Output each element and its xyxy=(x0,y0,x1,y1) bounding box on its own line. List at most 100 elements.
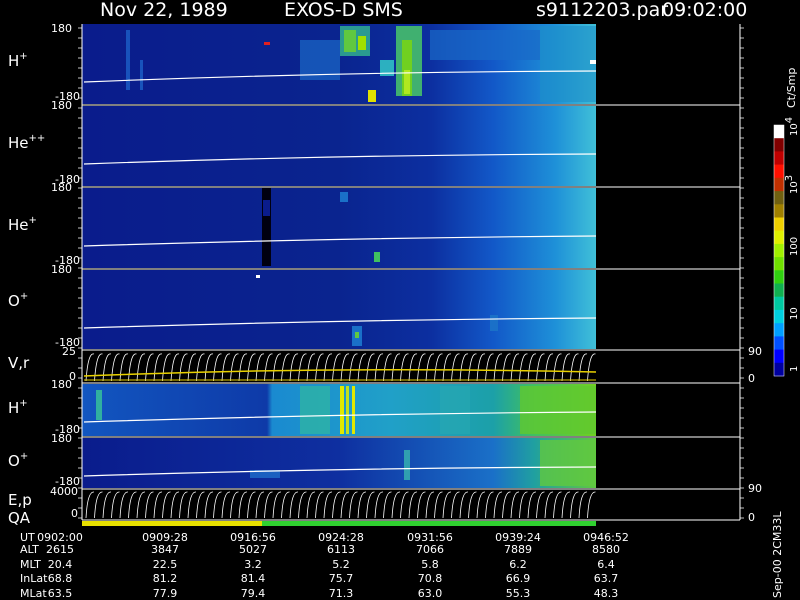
colorbar-label: Ct/Smp xyxy=(785,68,798,108)
plot-date: Nov 22, 1989 xyxy=(100,0,228,21)
table-cell-mlt-1: 22.5 xyxy=(153,558,178,571)
ytick-h2-top: 180 xyxy=(51,378,72,391)
rtick-ep-bottom: 0 xyxy=(748,511,755,524)
qa-bar-green xyxy=(262,521,596,526)
ytick-hepp-top: 180 xyxy=(51,99,72,112)
colorbar-swatch xyxy=(774,323,784,337)
rtick-vr-bottom: 0 xyxy=(748,372,755,385)
table-cell-mlat-2: 79.4 xyxy=(241,587,266,600)
table-cell-mlt-4: 5.8 xyxy=(421,558,439,571)
qa-label: QA xyxy=(8,509,31,527)
panel-o-plus-area xyxy=(82,270,596,349)
rtick-ep-top: 90 xyxy=(748,482,762,495)
row-label-mlt: MLT xyxy=(20,558,41,571)
table-cell-alt-0: 2615 xyxy=(46,543,74,556)
row-label-mlat: MLat xyxy=(20,587,47,600)
right-tick-labels: 90 0 90 0 xyxy=(748,345,762,524)
colorbar-swatch xyxy=(774,217,784,232)
panel-label-o-plus-2: O+ xyxy=(8,451,28,470)
table-cell-mlat-3: 71.3 xyxy=(329,587,354,600)
colorbar-swatch xyxy=(774,230,784,245)
colorbar-swatch xyxy=(774,125,784,139)
cb-tick-100: 100 xyxy=(789,237,800,256)
ytick-ep-top: 4000 xyxy=(50,485,78,498)
cb-tick-1e4: 104 xyxy=(784,117,800,136)
colorbar-swatch xyxy=(774,309,784,324)
panel-o-plus-2-area xyxy=(82,438,596,488)
table-cell-mlat-0: 63.5 xyxy=(48,587,73,600)
svg-text:V,r: V,r xyxy=(8,354,30,372)
orbit-table-cells: 0902:00 0909:28 0916:56 0924:28 0931:56 0939:… xyxy=(37,531,629,600)
panel-label-h-plus-2: H+ xyxy=(8,398,28,417)
instrument-title: EXOS-D SMS xyxy=(284,0,403,21)
ytick-op-top: 180 xyxy=(51,263,72,276)
table-cell-mlt-3: 5.2 xyxy=(332,558,350,571)
panel-label-he-plus-plus: He++ xyxy=(8,133,45,152)
colorbar-swatch xyxy=(774,164,784,179)
svg-text:O+: O+ xyxy=(8,291,28,310)
table-cell-inlat-4: 70.8 xyxy=(418,572,443,585)
cb-tick-1e3: 103 xyxy=(784,175,800,194)
svg-text:He++: He++ xyxy=(8,133,45,152)
colorbar xyxy=(773,124,785,377)
table-cell-mlat-5: 55.3 xyxy=(506,587,531,600)
table-cell-inlat-3: 75.7 xyxy=(329,572,354,585)
table-cell-alt-5: 7889 xyxy=(504,543,532,556)
start-time: 09:02:00 xyxy=(662,0,747,21)
exos-d-sms-spectrogram: Nov 22, 1989 EXOS-D SMS s9112203.par 09:… xyxy=(8,0,800,600)
colorbar-swatch xyxy=(774,138,784,152)
cb-tick-1: 1 xyxy=(789,366,800,372)
panel-label-vr: V,r xyxy=(8,354,30,372)
colorbar-swatch xyxy=(774,243,784,258)
table-cell-mlt-5: 6.2 xyxy=(509,558,527,571)
colorbar-swatch xyxy=(774,191,784,205)
colorbar-swatch xyxy=(774,257,784,271)
y-tick-labels: 180 -180 180 -180 180 -180 180 -180 25 0… xyxy=(50,22,80,520)
svg-text:O+: O+ xyxy=(8,451,28,470)
panel-label-he-plus: He+ xyxy=(8,215,37,234)
rtick-vr-top: 90 xyxy=(748,345,762,358)
qa-bar-yellow xyxy=(82,521,262,526)
footer-note: Sep-00 2CM33L xyxy=(771,511,784,598)
ytick-ep-bottom: 0 xyxy=(71,507,78,520)
colorbar-swatch xyxy=(774,296,784,311)
cb-tick-10: 10 xyxy=(789,307,800,320)
colorbar-swatch xyxy=(774,270,784,284)
table-cell-alt-1: 3847 xyxy=(151,543,179,556)
row-label-alt: ALT xyxy=(20,543,39,556)
row-label-inlat: InLat xyxy=(20,572,48,585)
table-cell-mlt-6: 6.4 xyxy=(597,558,615,571)
table-cell-mlat-4: 63.0 xyxy=(418,587,443,600)
panel-h-plus-2-area xyxy=(82,384,596,436)
colorbar-swatch xyxy=(774,151,784,166)
svg-text:H+: H+ xyxy=(8,398,28,417)
table-cell-mlat-1: 77.9 xyxy=(153,587,178,600)
file-name: s9112203.par xyxy=(536,0,668,21)
panel-label-ep: E,p xyxy=(8,491,32,509)
table-cell-inlat-5: 66.9 xyxy=(506,572,531,585)
ytick-o2-top: 180 xyxy=(51,432,72,445)
table-cell-alt-4: 7066 xyxy=(416,543,444,556)
panel-he-plus-plus-area xyxy=(82,106,596,186)
colorbar-swatch xyxy=(774,204,784,218)
table-cell-alt-2: 5027 xyxy=(239,543,267,556)
colorbar-swatch xyxy=(774,349,784,364)
table-cell-alt-3: 6113 xyxy=(327,543,355,556)
colorbar-swatch xyxy=(774,177,784,192)
table-cell-inlat-6: 63.7 xyxy=(594,572,619,585)
panel-ep-area xyxy=(82,490,596,520)
table-cell-mlt-0: 20.4 xyxy=(48,558,73,571)
colorbar-tick-labels: 1 10 100 103 104 xyxy=(784,117,800,372)
table-cell-mlat-6: 48.3 xyxy=(594,587,619,600)
colorbar-swatch xyxy=(774,336,784,351)
ytick-vr-top: 25 xyxy=(62,345,76,358)
ytick-hep-top: 180 xyxy=(51,181,72,194)
table-cell-inlat-1: 81.2 xyxy=(153,572,178,585)
ytick-h-top: 180 xyxy=(51,22,72,35)
panel-he-plus-area xyxy=(82,188,596,268)
panel-areas xyxy=(82,24,596,520)
colorbar-swatch xyxy=(774,283,784,298)
panel-label-h-plus: H+ xyxy=(8,51,28,70)
colorbar-swatch xyxy=(774,362,784,377)
table-cell-inlat-0: 68.8 xyxy=(48,572,73,585)
